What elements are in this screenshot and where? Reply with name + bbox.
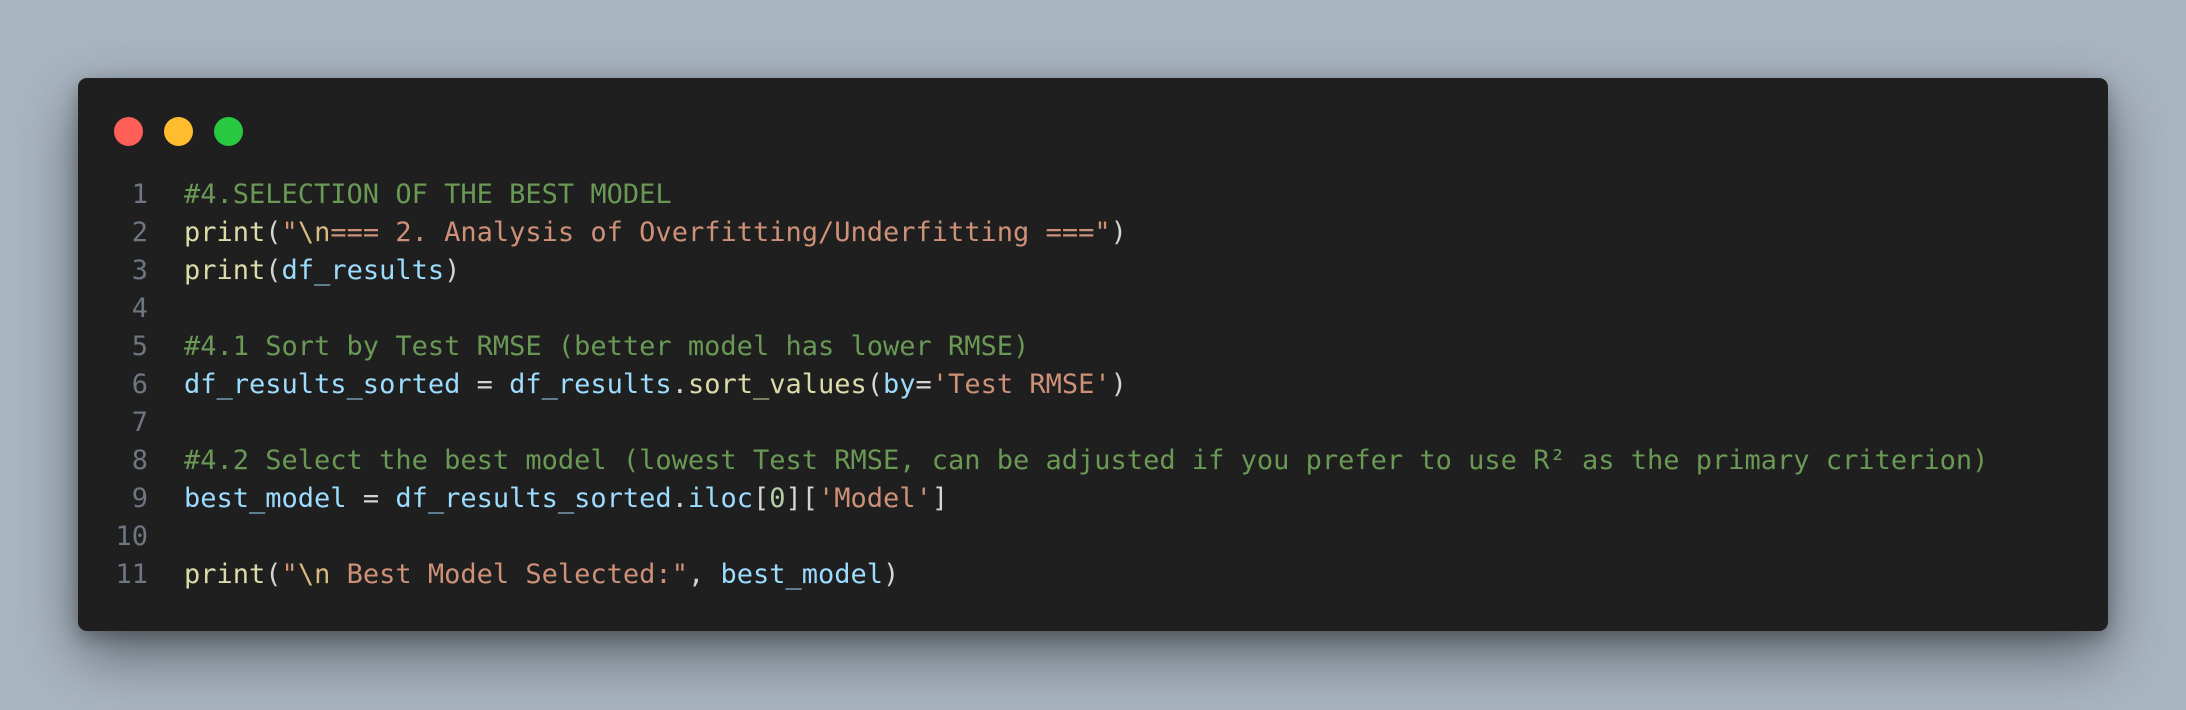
code-token-comment: #4.1 Sort by Test RMSE (better model has… [184,331,1030,362]
line-code: best_model = df_results_sorted.iloc[0]['… [184,480,948,518]
code-token-var: df_results_sorted [395,483,672,514]
line-code: print(df_results) [184,252,460,290]
code-token-op: = [346,483,396,514]
code-line: 3 print(df_results) [78,252,2108,290]
code-token-comment: #4.2 Select the best model (lowest Test … [184,445,1989,476]
close-button[interactable] [114,117,143,146]
window-controls [114,117,243,147]
code-token-func: print [184,559,266,590]
code-token-punct: ) [1110,369,1127,400]
code-token-string: " [281,217,298,248]
code-editor: 1 #4.SELECTION OF THE BEST MODEL 2 print("\… [78,176,2108,594]
code-line: 4 [78,290,2108,328]
code-token-number: 0 [769,483,786,514]
code-token-punct: ][ [785,483,819,514]
code-token-var: by [883,369,916,400]
code-token-punct: ) [444,255,461,286]
code-line: 11 print("\n Best Model Selected:", best_… [78,556,2108,594]
code-token-punct: , [687,559,721,590]
code-token-var: df_results [509,369,672,400]
code-token-var: iloc [687,483,753,514]
line-code: #4.SELECTION OF THE BEST MODEL [184,176,672,214]
line-code: print("\n=== 2. Analysis of Overfitting/… [184,214,1127,252]
maximize-button[interactable] [214,117,243,146]
code-line: 5 #4.1 Sort by Test RMSE (better model ha… [78,328,2108,366]
line-number: 5 [131,331,148,362]
line-number: 11 [115,559,148,590]
code-line: 9 best_model = df_results_sorted.iloc[0][… [78,480,2108,518]
code-line: 10 [78,518,2108,556]
line-number: 9 [131,483,148,514]
line-code: #4.2 Select the best model (lowest Test … [184,442,1988,480]
code-window: 1 #4.SELECTION OF THE BEST MODEL 2 print("\… [78,78,2108,631]
code-token-punct: . [671,369,688,400]
code-token-punct: [ [752,483,770,514]
line-number: 7 [131,407,148,438]
minimize-button[interactable] [164,117,193,146]
code-token-func: print [184,217,266,248]
code-token-string: 'Model' [818,483,932,514]
line-number: 1 [131,179,148,210]
code-token-punct: . [671,483,688,514]
code-token-string: 'Test RMSE' [931,369,1111,400]
code-token-var: best_model [184,483,347,514]
line-number: 2 [131,217,148,248]
code-token-op: = [915,369,932,400]
code-token-var: df_results [281,255,445,286]
code-token-op: = [460,369,510,400]
code-token-string: Best Model Selected:" [330,559,688,590]
code-line: 8 #4.2 Select the best model (lowest Test… [78,442,2108,480]
code-token-var: best_model [720,559,884,590]
line-number: 10 [115,521,148,552]
code-token-punct: ) [883,559,900,590]
code-token-string: === 2. Analysis of Overfitting/Underfitt… [330,217,1111,248]
code-token-punct: ] [931,483,949,514]
line-number: 4 [131,293,148,324]
line-number: 3 [131,255,148,286]
code-token-escape: \n [297,559,331,590]
code-line: 1 #4.SELECTION OF THE BEST MODEL [78,176,2108,214]
code-token-func: print [184,255,266,286]
line-code: print("\n Best Model Selected:", best_mo… [184,556,899,594]
code-token-var: df_results_sorted [184,369,461,400]
code-line: 2 print("\n=== 2. Analysis of Overfitting… [78,214,2108,252]
code-token-func: sort_values [687,369,867,400]
line-code: df_results_sorted = df_results.sort_valu… [184,366,1127,404]
code-token-punct: ) [1110,217,1127,248]
code-token-escape: \n [297,217,331,248]
line-code: #4.1 Sort by Test RMSE (better model has… [184,328,1029,366]
line-number: 8 [131,445,148,476]
code-token-punct: ( [265,217,282,248]
code-line: 7 [78,404,2108,442]
line-number: 6 [131,369,148,400]
code-token-string: " [281,559,298,590]
code-line: 6 df_results_sorted = df_results.sort_val… [78,366,2108,404]
code-token-comment: #4.SELECTION OF THE BEST MODEL [184,179,672,210]
code-token-punct: ( [265,255,282,286]
code-token-punct: ( [866,369,884,400]
code-token-punct: ( [265,559,282,590]
